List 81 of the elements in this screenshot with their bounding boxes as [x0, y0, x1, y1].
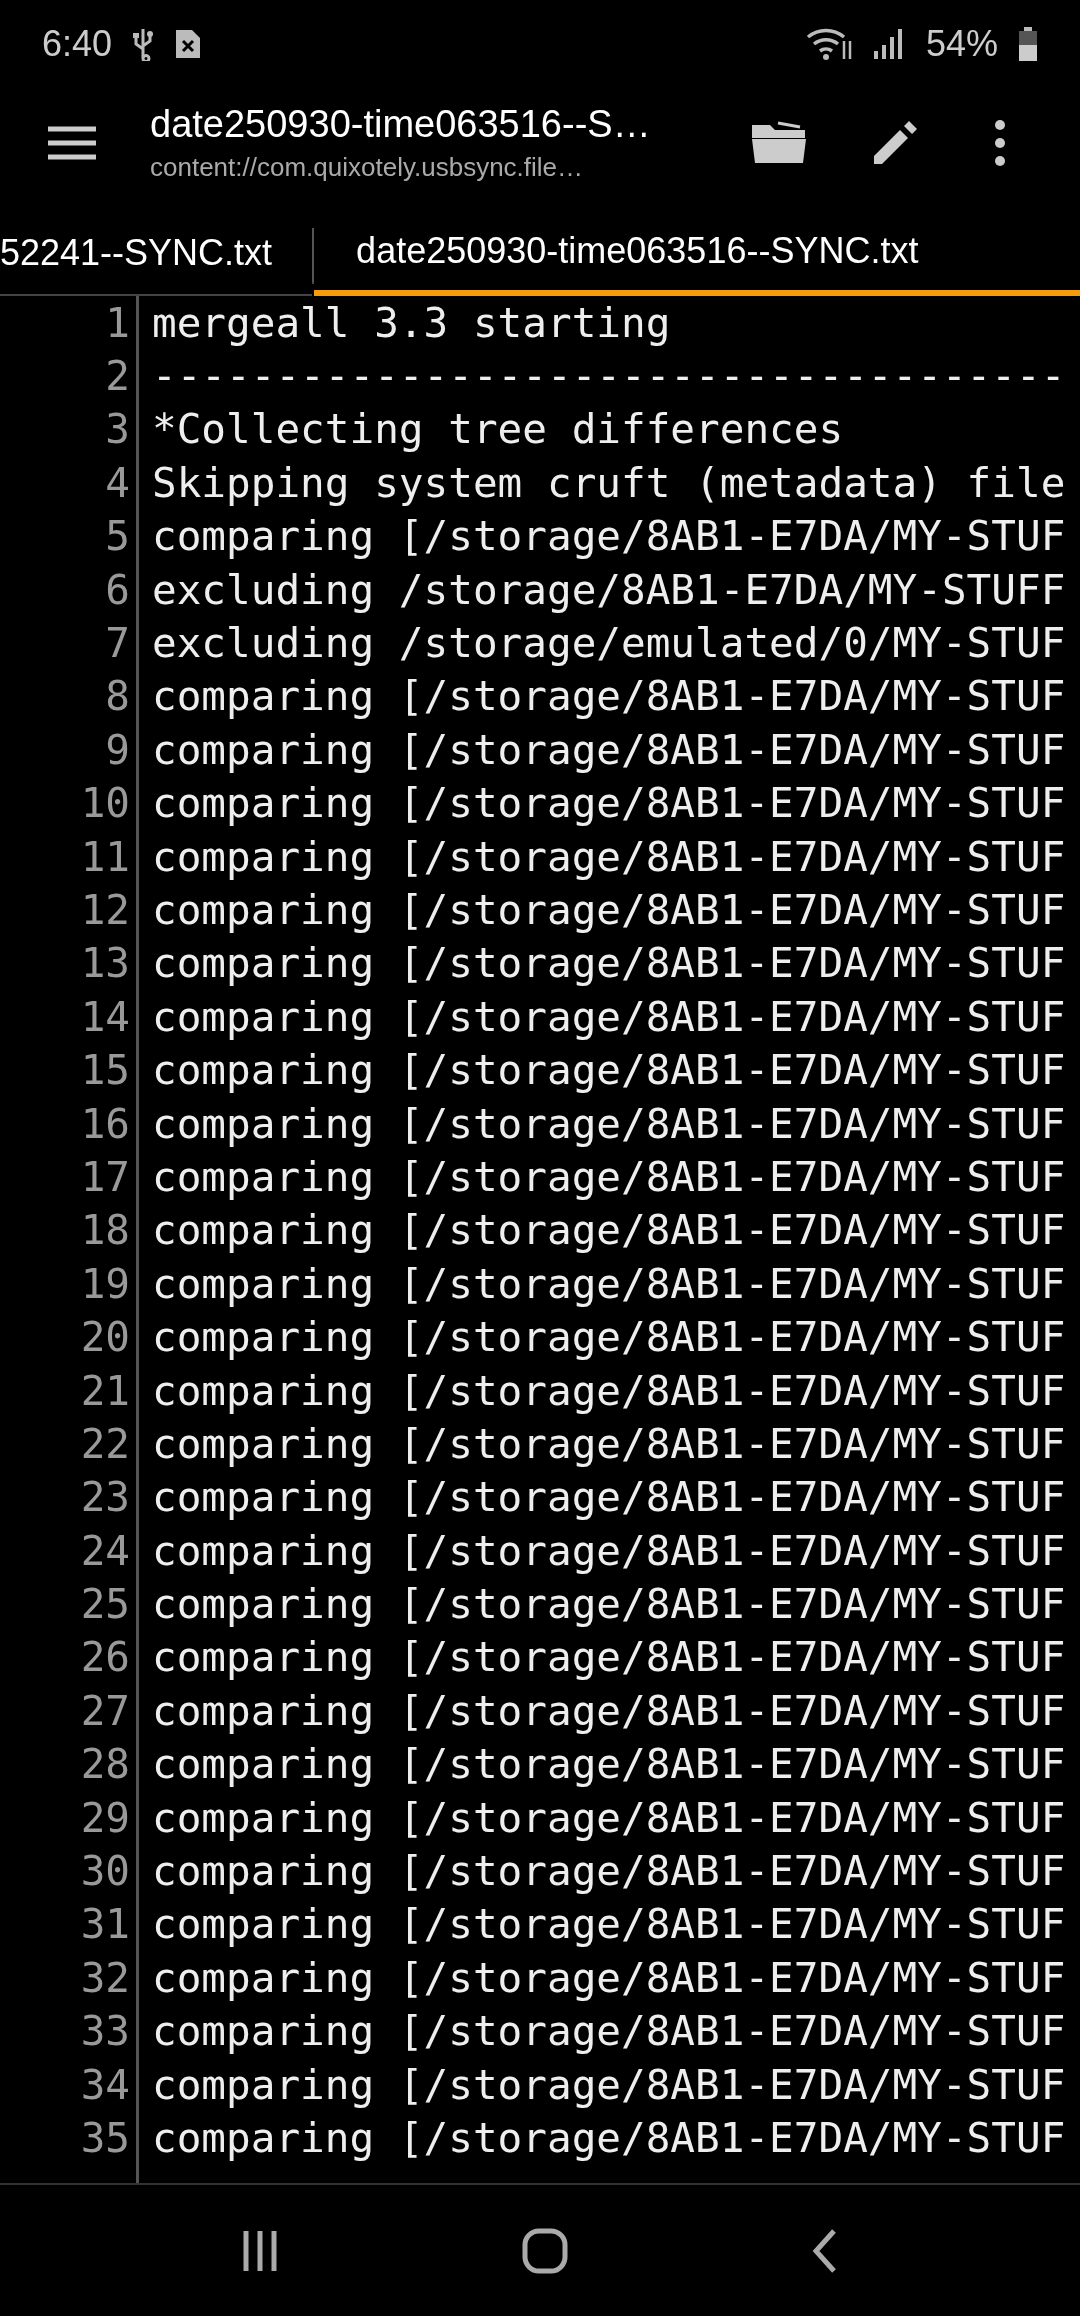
line-number: 1 — [104, 298, 130, 347]
battery-icon — [1018, 27, 1038, 61]
code-line: comparing [/storage/8AB1-E7DA/MY-STUF — [152, 2113, 1066, 2162]
code-line: comparing [/storage/8AB1-E7DA/MY-STUF — [152, 1473, 1066, 1522]
line-number: 32 — [79, 1953, 130, 2002]
code-line: comparing [/storage/8AB1-E7DA/MY-STUF — [152, 1366, 1066, 1415]
code-line: comparing [/storage/8AB1-E7DA/MY-STUF — [152, 512, 1066, 561]
home-button[interactable] — [521, 2226, 569, 2275]
code-line: comparing [/storage/8AB1-E7DA/MY-STUF — [152, 1419, 1066, 1468]
file-path: content://com.quixotely.usbsync.file… — [150, 152, 585, 183]
code-line: comparing [/storage/8AB1-E7DA/MY-STUF — [152, 672, 1066, 721]
line-number: 14 — [79, 992, 130, 1041]
code-line: comparing [/storage/8AB1-E7DA/MY-STUF — [152, 939, 1066, 988]
code-line: comparing [/storage/8AB1-E7DA/MY-STUF — [152, 725, 1066, 774]
window-title: date250930-time063516--S… — [150, 103, 652, 146]
line-number: 24 — [79, 1526, 130, 1575]
code-line: comparing [/storage/8AB1-E7DA/MY-STUF — [152, 1526, 1066, 1575]
code-line: comparing [/storage/8AB1-E7DA/MY-STUF — [152, 1686, 1066, 1735]
code-line: comparing [/storage/8AB1-E7DA/MY-STUF — [152, 1953, 1066, 2002]
line-number: 26 — [79, 1633, 130, 1682]
code-line: comparing [/storage/8AB1-E7DA/MY-STUF — [152, 992, 1066, 1041]
line-number: 21 — [79, 1366, 130, 1415]
line-number: 10 — [79, 779, 130, 828]
line-number: 8 — [104, 672, 130, 721]
line-number: 3 — [104, 405, 130, 454]
line-number: 11 — [79, 832, 130, 881]
code-line: comparing [/storage/8AB1-E7DA/MY-STUF — [152, 2007, 1066, 2056]
code-line: comparing [/storage/8AB1-E7DA/MY-STUF — [152, 2060, 1066, 2109]
line-number: 33 — [79, 2007, 130, 2056]
line-number: 30 — [79, 1847, 130, 1895]
line-number: 4 — [104, 458, 130, 507]
line-number: 31 — [79, 1900, 130, 1949]
line-number: 27 — [79, 1686, 130, 1735]
line-number: 7 — [104, 619, 130, 668]
sim-card-icon — [174, 27, 203, 61]
file-tab[interactable]: date250930-time063516--SYNC.txt — [314, 198, 1080, 296]
line-number: 6 — [104, 565, 130, 614]
code-line: comparing [/storage/8AB1-E7DA/MY-STUF — [152, 1206, 1066, 1255]
usb-icon — [132, 27, 155, 61]
line-number: 16 — [79, 1099, 130, 1148]
line-number: 35 — [79, 2113, 130, 2162]
line-number: 15 — [79, 1046, 130, 1095]
line-number: 23 — [79, 1473, 130, 1522]
code-line: excluding /storage/8AB1-E7DA/MY-STUFF — [152, 565, 1066, 614]
line-number: 28 — [79, 1740, 130, 1789]
code-line: comparing [/storage/8AB1-E7DA/MY-STUF — [152, 886, 1066, 934]
code-line: comparing [/storage/8AB1-E7DA/MY-STUF — [152, 1313, 1066, 1362]
code-line: comparing [/storage/8AB1-E7DA/MY-STUF — [152, 1847, 1066, 1895]
line-number: 18 — [79, 1206, 130, 1255]
battery-percent: 54% — [925, 23, 998, 65]
code-line: ------------------------------------- — [152, 352, 1066, 401]
code-line: Skipping system cruft (metadata) file — [152, 458, 1066, 507]
code-line: comparing [/storage/8AB1-E7DA/MY-STUF — [152, 1046, 1066, 1095]
line-number: 5 — [104, 512, 130, 561]
code-line: comparing [/storage/8AB1-E7DA/MY-STUF — [152, 779, 1066, 828]
code-line: comparing [/storage/8AB1-E7DA/MY-STUF — [152, 1740, 1066, 1789]
code-line: comparing [/storage/8AB1-E7DA/MY-STUF — [152, 1580, 1066, 1629]
line-number: 12 — [79, 886, 130, 934]
line-number: 22 — [79, 1419, 130, 1468]
line-number: 13 — [79, 939, 130, 988]
code-line: mergeall 3.3 starting — [152, 298, 671, 347]
more-options-button[interactable] — [992, 118, 1008, 168]
code-line: comparing [/storage/8AB1-E7DA/MY-STUF — [152, 1900, 1066, 1949]
line-number: 19 — [79, 1259, 130, 1308]
line-number: 2 — [104, 352, 130, 401]
line-number: 9 — [104, 725, 130, 774]
code-line: comparing [/storage/8AB1-E7DA/MY-STUF — [152, 1633, 1066, 1682]
wifi-icon — [805, 27, 852, 61]
line-number: 34 — [79, 2060, 130, 2109]
line-number: 20 — [79, 1313, 130, 1362]
line-number: 29 — [79, 1793, 130, 1842]
code-line: comparing [/storage/8AB1-E7DA/MY-STUF — [152, 1793, 1066, 1842]
code-line: comparing [/storage/8AB1-E7DA/MY-STUF — [152, 1259, 1066, 1308]
line-number: 25 — [79, 1580, 130, 1629]
code-line: *Collecting tree differences — [152, 405, 844, 454]
status-time: 6:40 — [42, 23, 113, 65]
code-line: comparing [/storage/8AB1-E7DA/MY-STUF — [152, 1099, 1066, 1148]
code-line: comparing [/storage/8AB1-E7DA/MY-STUF — [152, 1152, 1066, 1201]
code-line: comparing [/storage/8AB1-E7DA/MY-STUF — [152, 832, 1066, 881]
code-line: excluding /storage/emulated/0/MY-STUF — [152, 619, 1066, 668]
line-number: 17 — [79, 1152, 130, 1201]
